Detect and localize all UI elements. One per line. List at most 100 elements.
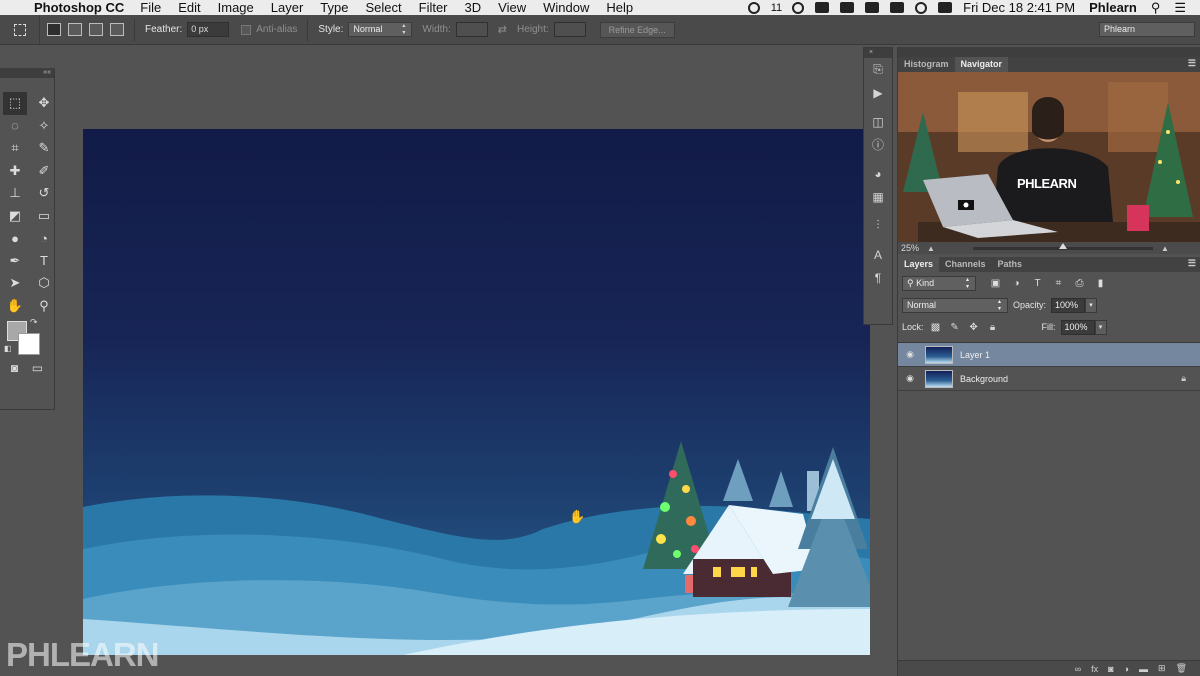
rectangular-marquee-tool-icon[interactable]: ⬚ xyxy=(3,92,27,115)
swatches-panel-icon[interactable]: ▦ xyxy=(864,185,892,208)
subtract-from-selection-icon[interactable] xyxy=(89,23,103,36)
style-select[interactable]: Normal xyxy=(348,22,413,37)
layer-row-layer-1[interactable]: ◉ Layer 1 xyxy=(898,343,1200,367)
new-selection-icon[interactable] xyxy=(47,23,61,36)
tools-panel-header[interactable]: «« xyxy=(0,68,54,78)
info-panel-icon[interactable]: ⓘ xyxy=(864,133,892,156)
swap-colors-icon[interactable]: ↷ xyxy=(30,317,38,328)
dropbox-icon[interactable] xyxy=(815,2,830,13)
lock-image-icon[interactable]: ✎ xyxy=(948,322,962,333)
filter-adjustment-icon[interactable]: ◑ xyxy=(1009,276,1024,291)
zoom-level[interactable]: 25% xyxy=(901,243,919,253)
fill-input[interactable]: 100% xyxy=(1060,319,1095,335)
menu-edit[interactable]: Edit xyxy=(178,0,200,15)
eraser-tool-icon[interactable]: ◩ xyxy=(3,205,27,228)
notification-center-icon[interactable]: ☰ xyxy=(1174,0,1186,16)
healing-brush-tool-icon[interactable]: ✚ xyxy=(3,160,27,183)
width-input[interactable] xyxy=(455,22,488,37)
filter-kind-select[interactable]: ⚲ Kind xyxy=(902,275,976,291)
lasso-tool-icon[interactable]: ◌ xyxy=(3,115,27,138)
layers-panel-menu-icon[interactable]: ☰ xyxy=(1188,258,1196,269)
brush-tool-icon[interactable]: ✐ xyxy=(32,160,56,183)
visibility-eye-icon[interactable]: ◉ xyxy=(898,349,922,360)
lock-position-icon[interactable]: ✥ xyxy=(967,322,981,333)
menu-view[interactable]: View xyxy=(498,0,526,15)
user-menu[interactable]: Phlearn xyxy=(1089,0,1137,15)
path-selection-tool-icon[interactable]: ➤ xyxy=(3,272,27,295)
menu-window[interactable]: Window xyxy=(543,0,589,15)
paragraph-panel-icon[interactable]: ¶ xyxy=(864,266,892,289)
lock-transparent-icon[interactable]: ▩ xyxy=(929,322,943,333)
panel-menu-icon[interactable]: ☰ xyxy=(1188,58,1196,69)
clock[interactable]: Fri Dec 18 2:41 PM xyxy=(963,0,1075,15)
gradient-tool-icon[interactable]: ▭ xyxy=(32,205,56,228)
eyedropper-tool-icon[interactable]: ✎ xyxy=(32,137,56,160)
new-layer-icon[interactable]: ⊞ xyxy=(1158,663,1166,674)
layer-style-icon[interactable]: fx xyxy=(1091,664,1098,674)
intersect-selection-icon[interactable] xyxy=(110,23,124,36)
layer-name[interactable]: Layer 1 xyxy=(960,350,990,360)
zoom-slider-thumb[interactable] xyxy=(1058,242,1067,249)
battery-icon[interactable] xyxy=(938,2,953,13)
history-brush-tool-icon[interactable]: ↺ xyxy=(32,182,56,205)
blur-tool-icon[interactable]: ● xyxy=(3,227,27,250)
spotlight-search-icon[interactable]: ⚲ xyxy=(1151,0,1161,16)
filter-type-icon[interactable]: T xyxy=(1030,276,1045,291)
refine-edge-button[interactable]: Refine Edge... xyxy=(599,21,675,38)
actions-panel-icon[interactable]: ▶ xyxy=(864,81,892,104)
blend-mode-select[interactable]: Normal xyxy=(902,297,1008,313)
zoom-tool-icon[interactable]: ⚲ xyxy=(32,295,56,318)
window-arrange-icon[interactable] xyxy=(840,2,855,13)
menu-layer[interactable]: Layer xyxy=(271,0,304,15)
pen-tool-icon[interactable]: ✒ xyxy=(3,250,27,273)
menu-image[interactable]: Image xyxy=(218,0,254,15)
tab-channels[interactable]: Channels xyxy=(939,257,992,272)
dodge-tool-icon[interactable]: ◔ xyxy=(32,227,56,250)
character-panel-icon[interactable]: A xyxy=(864,243,892,266)
menu-select[interactable]: Select xyxy=(365,0,401,15)
workspace-select[interactable]: Phlearn xyxy=(1099,22,1195,37)
screen-mode-icon[interactable]: ▭ xyxy=(32,361,43,375)
visibility-eye-icon[interactable]: ◉ xyxy=(898,373,922,384)
menu-file[interactable]: File xyxy=(140,0,161,15)
swap-dimensions-icon[interactable]: ⇄ xyxy=(498,23,507,36)
record-icon[interactable] xyxy=(792,1,805,14)
anti-alias-checkbox[interactable] xyxy=(241,24,252,35)
document-canvas[interactable]: ✋ xyxy=(83,129,870,655)
menu-3d[interactable]: 3D xyxy=(465,0,482,15)
menu-filter[interactable]: Filter xyxy=(419,0,448,15)
airplay-icon[interactable] xyxy=(890,2,905,13)
opacity-input[interactable]: 100% xyxy=(1051,297,1086,313)
type-tool-icon[interactable]: T xyxy=(32,250,56,273)
zoom-in-icon[interactable]: ▲ xyxy=(1161,244,1169,253)
creative-cloud-icon[interactable] xyxy=(747,1,760,14)
feather-input[interactable]: 0 px xyxy=(187,22,230,37)
tab-histogram[interactable]: Histogram xyxy=(898,57,955,72)
contacts-icon[interactable] xyxy=(865,2,880,13)
quick-mask-icon[interactable]: ◙ xyxy=(11,361,18,375)
move-tool-icon[interactable]: ✥ xyxy=(32,92,56,115)
filter-smart-object-icon[interactable]: ⎙ xyxy=(1072,276,1087,291)
background-color-swatch[interactable] xyxy=(18,333,40,355)
new-group-icon[interactable]: ▬ xyxy=(1139,664,1148,674)
panel-column-header[interactable] xyxy=(898,47,1200,57)
delete-layer-icon[interactable]: 🗑︎ xyxy=(1176,663,1187,674)
add-to-selection-icon[interactable] xyxy=(68,23,82,36)
menu-help[interactable]: Help xyxy=(606,0,633,15)
adjustment-layer-icon[interactable]: ◑ xyxy=(1124,664,1129,674)
shape-tool-icon[interactable]: ⬡ xyxy=(32,272,56,295)
crop-tool-icon[interactable]: ⌗ xyxy=(3,137,27,160)
fill-dropdown-arrow[interactable]: ▾ xyxy=(1094,319,1107,335)
link-layers-icon[interactable]: ∞ xyxy=(1075,664,1081,674)
add-mask-icon[interactable]: ◙ xyxy=(1108,664,1113,674)
magic-wand-tool-icon[interactable]: ✧ xyxy=(32,115,56,138)
tab-layers[interactable]: Layers xyxy=(898,257,940,272)
height-input[interactable] xyxy=(553,22,586,37)
filter-toggle-icon[interactable]: ▮ xyxy=(1093,276,1108,291)
layer-name[interactable]: Background xyxy=(960,374,1008,384)
opacity-dropdown-arrow[interactable]: ▾ xyxy=(1085,297,1098,313)
navigator-preview[interactable]: PHLEARN xyxy=(898,72,1200,242)
tab-paths[interactable]: Paths xyxy=(992,257,1029,272)
color-panel-icon[interactable]: ◕ xyxy=(864,162,892,185)
zoom-slider[interactable] xyxy=(972,242,1153,250)
